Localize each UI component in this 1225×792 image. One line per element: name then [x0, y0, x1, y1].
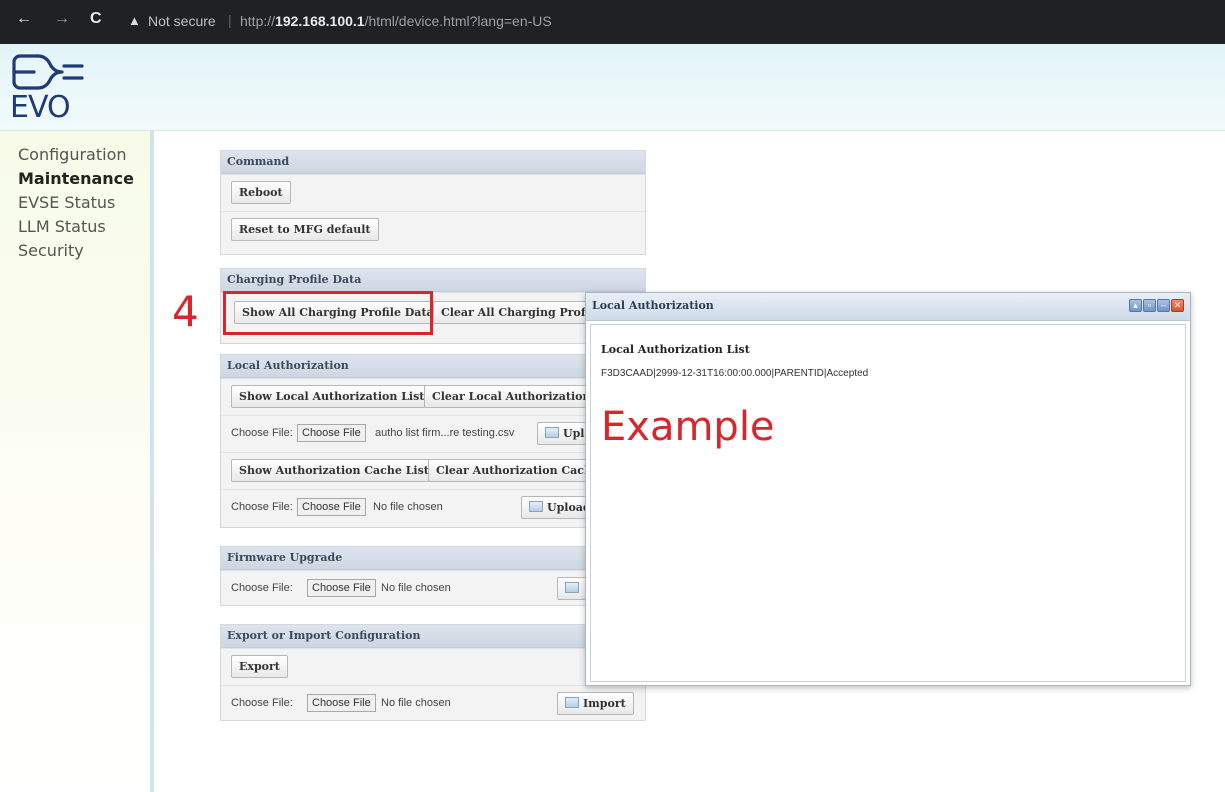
- warning-icon: ▲: [128, 13, 141, 28]
- clear-all-charging-profile-button[interactable]: Clear All Charging Profile: [433, 301, 609, 324]
- local-authorization-title: Local Authorization: [221, 355, 645, 378]
- firmware-upload-icon: [565, 582, 579, 593]
- import-no-file-chosen: No file chosen: [381, 697, 451, 709]
- url-path: /html/device.html?lang=en-US: [364, 13, 552, 29]
- collapse-icon[interactable]: ▴: [1129, 299, 1142, 312]
- sidebar-item-maintenance[interactable]: Maintenance: [18, 169, 134, 188]
- sidebar-item-evse-status[interactable]: EVSE Status: [18, 193, 115, 212]
- import-button[interactable]: Import: [557, 692, 634, 715]
- highlight-box: [223, 291, 433, 335]
- reset-row: Reset to MFG default: [221, 211, 645, 248]
- firmware-upload-button[interactable]: [557, 577, 587, 600]
- sidebar-item-llm-status[interactable]: LLM Status: [18, 217, 106, 236]
- url-separator: |: [228, 12, 232, 28]
- no-file-chosen-2: No file chosen: [373, 501, 443, 513]
- minimize-icon[interactable]: –: [1157, 299, 1170, 312]
- local-auth-file-row: Choose File: Choose File autho list firm…: [221, 415, 645, 452]
- export-import-title: Export or Import Configuration: [221, 625, 645, 648]
- choose-file-label-2: Choose File:: [231, 501, 293, 513]
- local-authorization-dialog: Local Authorization ▴ ▫ – ✕ Local Authoriza…: [585, 292, 1191, 686]
- export-button[interactable]: Export: [231, 655, 288, 678]
- forward-icon[interactable]: →: [54, 10, 70, 28]
- show-local-authorization-list-button[interactable]: Show Local Authorization List: [231, 385, 433, 408]
- firmware-upgrade-panel: Firmware Upgrade Choose File: Choose Fil…: [220, 546, 646, 606]
- firmware-choose-label: Choose File:: [231, 582, 293, 594]
- close-icon[interactable]: ✕: [1171, 299, 1184, 312]
- clear-authorization-cache-button[interactable]: Clear Authorization Cache: [428, 459, 607, 482]
- charging-profile-title: Charging Profile Data: [221, 269, 645, 292]
- dialog-title: Local Authorization: [592, 299, 714, 312]
- url-prefix: http://: [240, 13, 276, 29]
- upload-icon-2: [529, 501, 543, 512]
- command-panel: Command Reboot Reset to MFG default: [220, 150, 646, 255]
- choose-file-label: Choose File:: [231, 427, 293, 439]
- clear-local-authorization-list-button[interactable]: Clear Local Authorization L: [424, 385, 611, 408]
- import-choose-label: Choose File:: [231, 697, 293, 709]
- evo-logo: EVO: [8, 50, 98, 126]
- browser-toolbar: ← → C ▲ Not secure | http://192.168.100.…: [0, 0, 1225, 44]
- selected-file-name: autho list firm...re testing.csv: [375, 427, 515, 439]
- restore-icon[interactable]: ▫: [1143, 299, 1156, 312]
- firmware-choose-file-button[interactable]: Choose File: [307, 579, 376, 597]
- reboot-row: Reboot: [221, 174, 645, 211]
- choose-file-button-2[interactable]: Choose File: [297, 498, 366, 516]
- command-title: Command: [221, 151, 645, 174]
- dialog-subtitle: Local Authorization List: [601, 343, 750, 356]
- authorization-entry: F3D3CAAD|2999-12-31T16:00:00.000|PARENTI…: [601, 368, 869, 379]
- export-import-panel: Export or Import Configuration Export Ch…: [220, 624, 646, 721]
- import-choose-file-button[interactable]: Choose File: [307, 694, 376, 712]
- firmware-file-row: Choose File: Choose File No file chosen: [221, 570, 645, 607]
- upload-icon: [545, 427, 559, 438]
- example-annotation: Example: [601, 404, 775, 450]
- security-status[interactable]: Not secure: [148, 13, 216, 29]
- auth-cache-file-row: Choose File: Choose File No file chosen …: [221, 489, 645, 526]
- url-host: 192.168.100.1: [275, 13, 365, 29]
- import-label: Import: [583, 697, 626, 710]
- choose-file-button[interactable]: Choose File: [297, 424, 366, 442]
- sidebar-nav: Configuration Maintenance EVSE Status LL…: [0, 131, 154, 792]
- show-authorization-cache-button[interactable]: Show Authorization Cache List: [231, 459, 437, 482]
- local-authorization-panel: Local Authorization Show Local Authoriza…: [220, 354, 646, 528]
- import-icon: [565, 697, 579, 708]
- firmware-upgrade-title: Firmware Upgrade: [221, 547, 645, 570]
- reset-mfg-button[interactable]: Reset to MFG default: [231, 218, 379, 241]
- reload-icon[interactable]: C: [90, 10, 102, 28]
- address-bar[interactable]: ▲ Not secure | http://192.168.100.1/html…: [118, 8, 1218, 36]
- logo-text: EVO: [10, 90, 71, 125]
- import-row: Choose File: Choose File No file chosen …: [221, 685, 645, 722]
- local-auth-list-row: Show Local Authorization List Clear Loca…: [221, 378, 645, 415]
- step-number-annotation: 4: [172, 287, 199, 336]
- sidebar-item-configuration[interactable]: Configuration: [18, 145, 127, 164]
- url-text[interactable]: http://192.168.100.1/html/device.html?la…: [240, 13, 552, 29]
- dialog-body: Local Authorization List F3D3CAAD|2999-1…: [590, 324, 1186, 682]
- page-header: EVO: [0, 44, 1225, 131]
- sidebar-item-security[interactable]: Security: [18, 241, 84, 260]
- firmware-no-file-chosen: No file chosen: [381, 582, 451, 594]
- back-icon[interactable]: ←: [16, 10, 32, 28]
- reboot-button[interactable]: Reboot: [231, 181, 291, 204]
- export-row: Export: [221, 648, 645, 685]
- dialog-window-buttons: ▴ ▫ – ✕: [1128, 299, 1184, 317]
- dialog-titlebar[interactable]: Local Authorization ▴ ▫ – ✕: [586, 293, 1190, 321]
- auth-cache-row: Show Authorization Cache List Clear Auth…: [221, 452, 645, 489]
